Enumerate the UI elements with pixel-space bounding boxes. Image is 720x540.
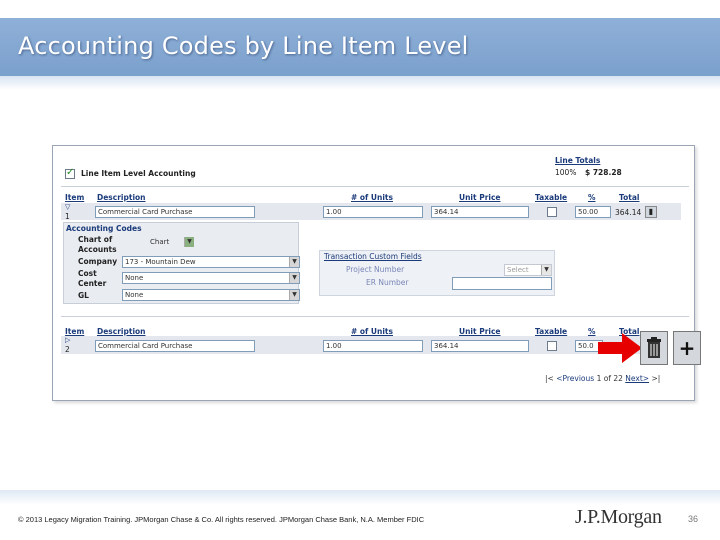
trash-icon[interactable]: ▮ (645, 206, 657, 218)
line-1-description-input[interactable]: Commercial Card Purchase (95, 206, 255, 218)
company-select[interactable]: 173 - Mountain Dew ▼ (122, 256, 300, 268)
line-1-total: 364.14 (615, 208, 642, 217)
line-2-unit-price-input[interactable]: 364.14 (431, 340, 529, 352)
line-2-number: 2 (65, 345, 70, 354)
custom-fields-header: Transaction Custom Fields (324, 252, 422, 261)
red-arrow-icon (598, 333, 642, 367)
project-number-select-value: Select (507, 266, 529, 274)
col-description[interactable]: Description (97, 193, 146, 202)
plus-icon[interactable]: + (673, 331, 701, 365)
project-number-select[interactable]: Select ▼ (504, 264, 552, 276)
next-link[interactable]: Next> (625, 374, 649, 383)
col-item[interactable]: Item (65, 327, 84, 336)
chart-of-label-2: Accounts (78, 245, 117, 254)
last-page-link[interactable]: >| (651, 374, 660, 383)
col-taxable[interactable]: Taxable (535, 193, 567, 202)
title-band: Accounting Codes by Line Item Level (0, 18, 720, 76)
line-totals-amount: $ 728.28 (585, 168, 622, 177)
page-number: 36 (688, 514, 699, 524)
line-totals-label: Line Totals (555, 156, 601, 165)
chart-select[interactable]: Chart ▼ (148, 237, 194, 249)
accounting-codes-panel: Accounting Codes Chart of Accounts Chart… (63, 222, 300, 304)
chevron-down-icon: ▼ (289, 257, 299, 267)
cost-label-2: Center (78, 279, 107, 288)
col-percent[interactable]: % (588, 327, 596, 336)
divider (61, 316, 689, 317)
chart-select-value: Chart (150, 238, 170, 246)
chevron-down-icon: ▼ (289, 290, 299, 300)
line-2-description-input[interactable]: Commercial Card Purchase (95, 340, 255, 352)
line-2-taxable-checkbox[interactable] (547, 341, 557, 351)
col-total[interactable]: Total (619, 193, 640, 202)
er-number-input[interactable] (452, 277, 552, 290)
line-totals-percent: 100% (555, 168, 577, 177)
accounting-codes-header: Accounting Codes (66, 224, 142, 233)
slide-title: Accounting Codes by Line Item Level (18, 32, 469, 60)
title-underline (0, 76, 720, 90)
chevron-down-icon: ▼ (541, 265, 551, 275)
line-item-level-label: Line Item Level Accounting (81, 169, 196, 178)
col-unit-price[interactable]: Unit Price (459, 193, 501, 202)
col-item[interactable]: Item (65, 193, 84, 202)
gl-select-value: None (125, 291, 144, 299)
line-1-percent-input[interactable]: 50.00 (575, 206, 611, 218)
line-1-number: 1 (65, 212, 70, 221)
line-1-taxable-checkbox[interactable] (547, 207, 557, 217)
line-1-units-input[interactable]: 1.00 (323, 206, 423, 218)
page-status: 1 of 22 (596, 374, 623, 383)
chevron-down-icon: ▼ (184, 237, 194, 247)
company-select-value: 173 - Mountain Dew (125, 258, 196, 266)
line-2-units-input[interactable]: 1.00 (323, 340, 423, 352)
chart-of-label-1: Chart of (78, 235, 113, 244)
col-taxable[interactable]: Taxable (535, 327, 567, 336)
divider (61, 186, 689, 187)
collapse-icon[interactable]: ▽ (65, 203, 70, 211)
line-item-level-checkbox[interactable] (65, 167, 75, 179)
er-number-label: ER Number (366, 278, 409, 287)
cost-center-select-value: None (125, 274, 144, 282)
cost-center-select[interactable]: None ▼ (122, 272, 300, 284)
company-label: Company (78, 257, 118, 266)
chevron-down-icon: ▼ (289, 273, 299, 283)
col-units[interactable]: # of Units (351, 193, 393, 202)
expand-icon[interactable]: ▷ (65, 336, 70, 344)
project-number-label: Project Number (346, 265, 405, 274)
copyright-text: © 2013 Legacy Migration Training. JPMorg… (18, 515, 425, 524)
gl-select[interactable]: None ▼ (122, 289, 300, 301)
col-description[interactable]: Description (97, 327, 146, 336)
gl-label: GL (78, 291, 89, 300)
transaction-custom-fields-panel: Transaction Custom Fields Project Number… (319, 250, 555, 296)
trash-icon[interactable] (640, 331, 668, 365)
cost-label-1: Cost (78, 269, 97, 278)
col-unit-price[interactable]: Unit Price (459, 327, 501, 336)
col-percent[interactable]: % (588, 193, 596, 202)
col-units[interactable]: # of Units (351, 327, 393, 336)
jpmorgan-logo: J.P.Morgan (575, 506, 662, 528)
pagination: |< <Previous 1 of 22 Next> >| (545, 374, 660, 383)
first-page-link[interactable]: |< (545, 374, 554, 383)
line-1-unit-price-input[interactable]: 364.14 (431, 206, 529, 218)
previous-link[interactable]: <Previous (556, 374, 594, 383)
